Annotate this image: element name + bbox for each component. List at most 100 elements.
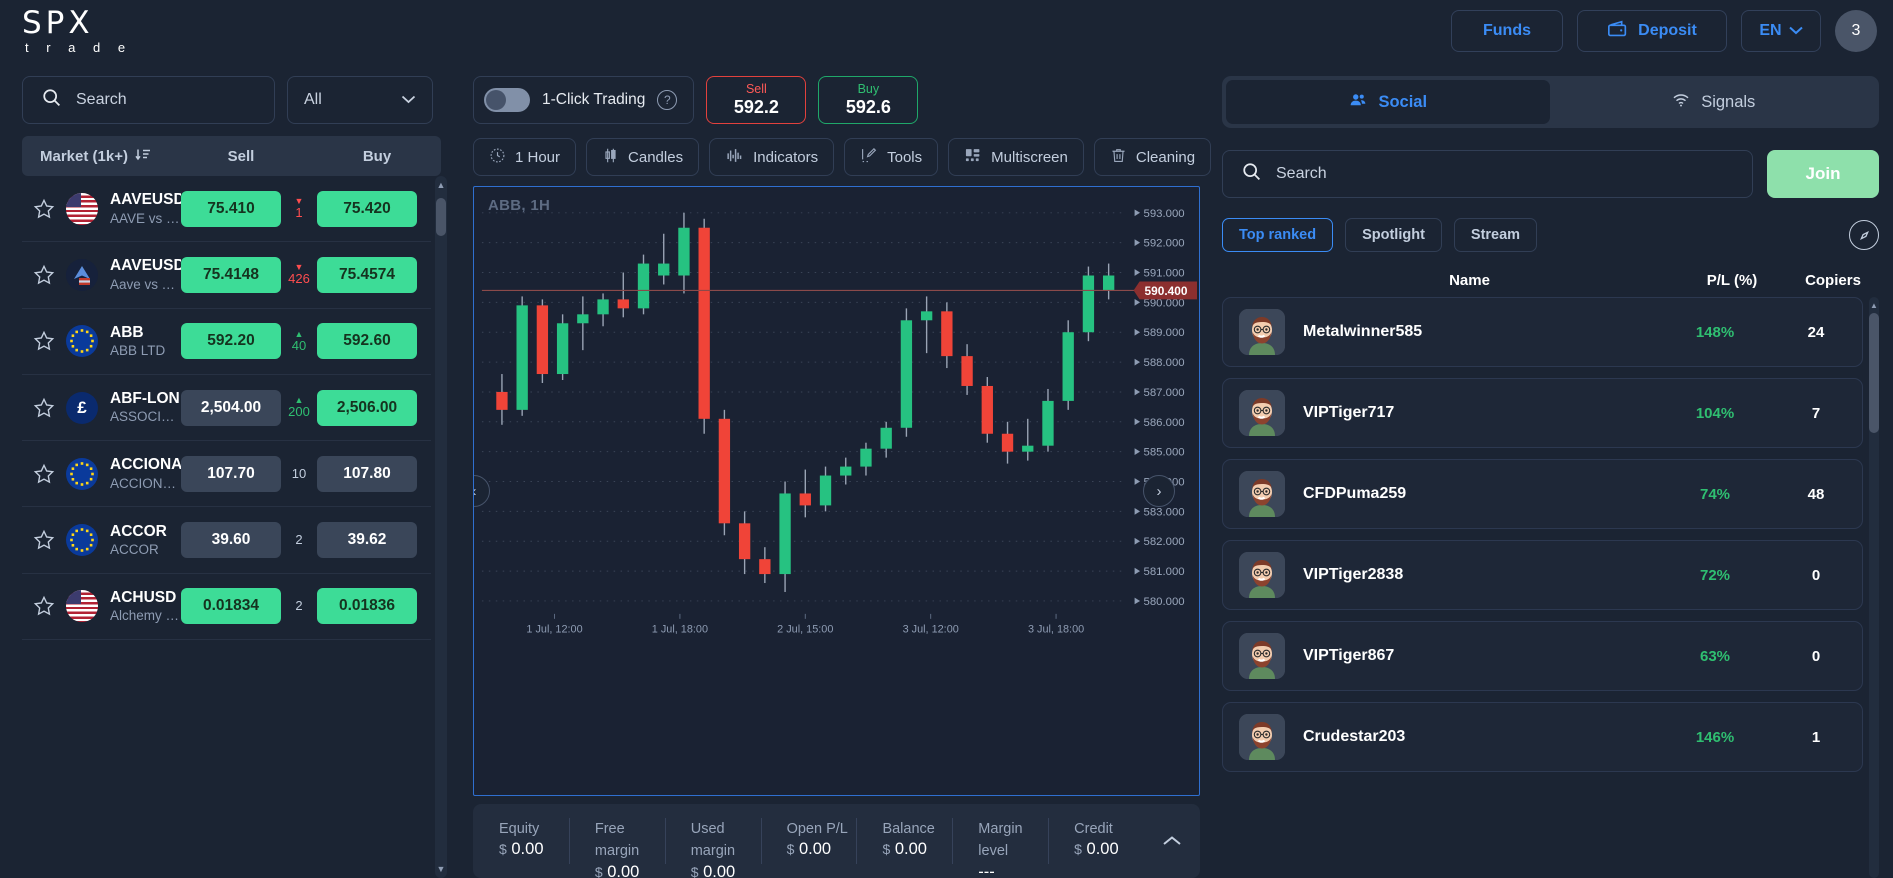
trader-row[interactable]: VIPTiger717 104% 7 — [1222, 378, 1863, 448]
market-row[interactable]: ACCOR ACCOR 39.60 2 39.62 — [22, 507, 431, 574]
market-row[interactable]: ACHUSD Alchemy Pay ... 0.01834 2 0.01836 — [22, 574, 431, 641]
row-spread: ▼ 1 — [281, 197, 317, 220]
spread-value: 2 — [295, 531, 303, 547]
market-search[interactable] — [22, 76, 275, 124]
row-sell-price[interactable]: 107.70 — [181, 455, 281, 492]
favorite-star-icon[interactable] — [22, 463, 66, 485]
chip-top-ranked[interactable]: Top ranked — [1222, 218, 1334, 252]
scroll-up-icon[interactable]: ▲ — [1869, 297, 1879, 313]
brand-logo[interactable]: SPX t r a d e — [22, 8, 133, 55]
market-search-input[interactable] — [76, 91, 256, 109]
market-row[interactable]: ABB ABB LTD 592.20 ▲ 40 592.60 — [22, 309, 431, 375]
toggle-switch[interactable] — [484, 88, 530, 112]
deposit-button[interactable]: Deposit — [1577, 10, 1727, 52]
chart-tool-cleaning[interactable]: Cleaning — [1093, 138, 1212, 176]
chart-tool-tools[interactable]: Tools — [844, 138, 939, 176]
chart-tool-label: Multiscreen — [991, 148, 1068, 166]
row-sell-price[interactable]: 592.20 — [181, 323, 281, 360]
buy-button[interactable]: Buy 592.6 — [818, 76, 919, 124]
social-search[interactable] — [1222, 150, 1753, 198]
market-row[interactable]: AAVEUSD. AAVE vs USD 75.410 ▼ 1 75.420 — [22, 176, 431, 243]
spread-value: 426 — [288, 271, 310, 287]
candles-icon — [602, 147, 619, 168]
funds-button[interactable]: Funds — [1451, 10, 1563, 52]
price-chart[interactable]: ABB, 1H 1 Jul, 12:00 1 Jul, 18:00 2 Jul, 1… — [473, 186, 1200, 796]
join-button[interactable]: Join — [1767, 150, 1879, 198]
market-scrollbar[interactable]: ▲ ▼ — [435, 176, 447, 878]
tab-social[interactable]: Social — [1226, 80, 1550, 124]
row-sell-price[interactable]: 0.01834 — [181, 588, 281, 625]
chart-tool-multiscreen[interactable]: Multiscreen — [948, 138, 1084, 176]
sort-icon[interactable] — [135, 148, 151, 165]
instrument-info: ACCIONA ACCIONA S.A. — [98, 455, 181, 492]
market-table-header: Market (1k+) Sell Buy — [22, 136, 441, 176]
account-balance: Balance $ 0.00 — [856, 818, 952, 864]
market-list-wrap: AAVEUSD. AAVE vs USD 75.410 ▼ 1 75.420 A… — [22, 176, 447, 878]
row-buy-price[interactable]: 75.420 — [317, 190, 417, 227]
traders-scrollbar[interactable]: ▲ — [1869, 297, 1879, 878]
chip-spotlight[interactable]: Spotlight — [1345, 218, 1442, 252]
market-filters: All — [22, 62, 455, 136]
sell-button[interactable]: Sell 592.2 — [706, 76, 807, 124]
trader-row[interactable]: VIPTiger867 63% 0 — [1222, 621, 1863, 691]
market-row[interactable]: £ ABF-LON ASSOCIATED... 2,504.00 ▲ 200 2… — [22, 375, 431, 442]
traders-scrollbar-thumb[interactable] — [1869, 313, 1879, 433]
trader-row[interactable]: Metalwinner585 148% 24 — [1222, 297, 1863, 367]
row-sell-price[interactable]: 75.410 — [181, 190, 281, 227]
chart-tool-label: Cleaning — [1135, 148, 1196, 166]
favorite-star-icon[interactable] — [22, 529, 66, 551]
instrument-flag-icon — [66, 524, 98, 557]
chip-stream[interactable]: Stream — [1453, 218, 1538, 252]
candlestick-chart — [481, 212, 1141, 602]
market-row[interactable]: ACCIONA ACCIONA S.A. 107.70 10 107.80 — [22, 441, 431, 508]
row-sell-price[interactable]: 39.60 — [181, 522, 281, 559]
chart-tool-indicators[interactable]: Indicators — [709, 138, 835, 176]
instrument-symbol: AAVEUSDT. — [110, 257, 181, 275]
logo-sub-text: t r a d e — [25, 40, 133, 55]
tab-signals[interactable]: Signals — [1552, 80, 1876, 124]
trader-row[interactable]: Crudestar203 146% 1 — [1222, 702, 1863, 772]
language-selector[interactable]: EN — [1741, 10, 1821, 52]
user-avatar-badge[interactable]: 3 — [1835, 10, 1877, 52]
row-sell-price[interactable]: 75.4148 — [181, 256, 281, 293]
account-bar-collapse-button[interactable] — [1144, 835, 1200, 847]
account-metric-value: $ 0.00 — [882, 840, 927, 859]
favorite-star-icon[interactable] — [22, 330, 66, 352]
row-buy-price[interactable]: 0.01836 — [317, 588, 417, 625]
market-row[interactable]: AAVEUSDT. Aave vs Tether 75.4148 ▼ 426 7… — [22, 242, 431, 309]
instrument-flag-icon — [66, 590, 98, 623]
favorite-star-icon[interactable] — [22, 264, 66, 286]
row-buy-price[interactable]: 2,506.00 — [317, 389, 417, 426]
buy-button-price: 592.6 — [845, 96, 891, 117]
scroll-down-icon[interactable]: ▼ — [435, 860, 447, 878]
trader-name: VIPTiger717 — [1303, 404, 1395, 421]
chart-tool-1-hour[interactable]: 1 Hour — [473, 138, 577, 176]
one-click-trading-toggle[interactable]: 1-Click Trading ? — [473, 76, 695, 124]
row-sell-price[interactable]: 2,504.00 — [181, 389, 281, 426]
market-col-name[interactable]: Market (1k+) — [22, 148, 191, 165]
favorite-star-icon[interactable] — [22, 397, 66, 419]
trader-row[interactable]: VIPTiger2838 72% 0 — [1222, 540, 1863, 610]
row-spread: ▲ 40 — [281, 329, 317, 353]
row-buy-price[interactable]: 592.60 — [317, 323, 417, 360]
row-buy-price[interactable]: 39.62 — [317, 522, 417, 559]
chart-tool-candles[interactable]: Candles — [586, 138, 700, 176]
market-panel: All Market (1k+) Sell — [0, 62, 455, 878]
row-buy-price[interactable]: 75.4574 — [317, 256, 417, 293]
market-category-select[interactable]: All — [287, 76, 433, 124]
scroll-up-icon[interactable]: ▲ — [435, 176, 447, 194]
chart-next-button[interactable]: › — [1143, 475, 1175, 507]
instrument-info: ABF-LON ASSOCIATED... — [98, 389, 181, 426]
account-metric-value: $ 0.00 — [594, 862, 640, 878]
trader-row[interactable]: CFDPuma259 74% 48 — [1222, 459, 1863, 529]
compass-icon[interactable] — [1849, 220, 1879, 250]
row-buy-price[interactable]: 107.80 — [317, 455, 417, 492]
market-scrollbar-thumb[interactable] — [436, 198, 446, 236]
chevron-down-icon — [1788, 22, 1803, 40]
favorite-star-icon[interactable] — [22, 595, 66, 617]
favorite-star-icon[interactable] — [22, 198, 66, 220]
row-spread: 2 — [281, 531, 317, 547]
help-icon[interactable]: ? — [657, 90, 678, 110]
social-search-input[interactable] — [1276, 165, 1734, 183]
market-col-sell: Sell — [227, 147, 255, 165]
